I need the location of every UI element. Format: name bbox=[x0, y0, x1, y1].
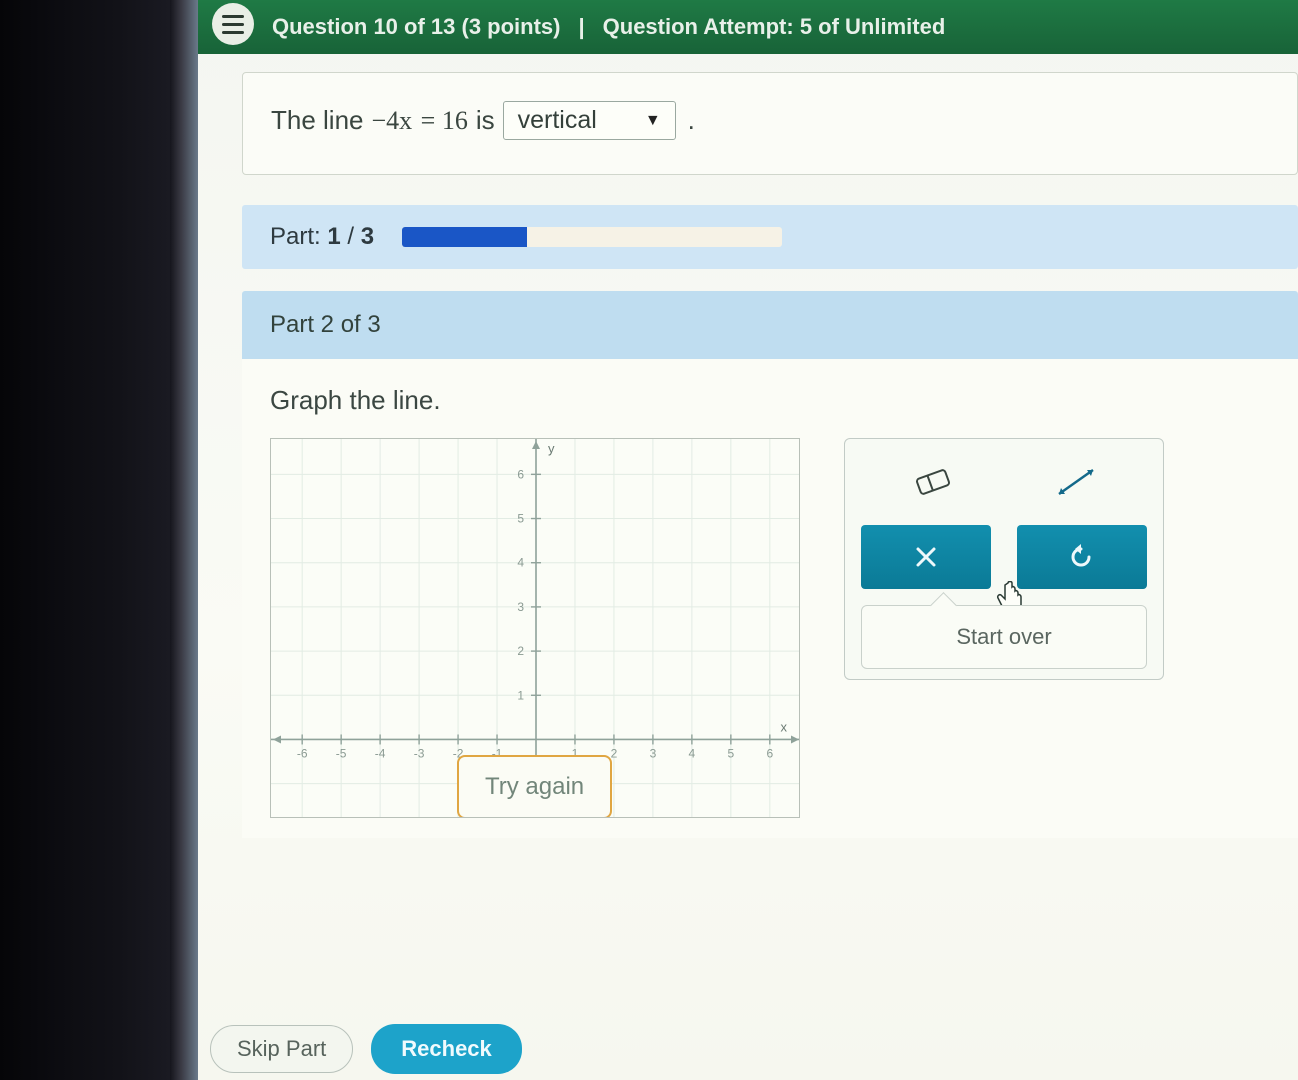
svg-text:x: x bbox=[781, 719, 788, 734]
footer-buttons: Skip Part Recheck bbox=[210, 1024, 522, 1074]
tool-tooltip: Start over bbox=[861, 605, 1147, 669]
x-icon bbox=[912, 543, 940, 571]
skip-part-button[interactable]: Skip Part bbox=[210, 1025, 353, 1073]
progress-track bbox=[402, 227, 782, 247]
svg-text:-3: -3 bbox=[414, 746, 425, 760]
svg-text:6: 6 bbox=[517, 467, 524, 481]
svg-text:5: 5 bbox=[517, 512, 524, 526]
svg-text:4: 4 bbox=[517, 556, 524, 570]
svg-text:5: 5 bbox=[728, 746, 735, 760]
equation: −4x = 16 bbox=[372, 106, 468, 136]
graph-canvas[interactable]: -6-5-4-3-2-1123456-1123456yx Try again bbox=[270, 438, 800, 818]
question-counter: Question 10 of 13 (3 points) bbox=[272, 14, 560, 40]
menu-icon[interactable] bbox=[212, 3, 254, 45]
reset-button[interactable] bbox=[1017, 525, 1147, 589]
part-progress-bar: Part: 1 / 3 bbox=[242, 205, 1298, 269]
svg-text:6: 6 bbox=[766, 746, 773, 760]
separator: | bbox=[578, 14, 584, 40]
screen-bezel bbox=[170, 0, 198, 1080]
svg-text:-5: -5 bbox=[336, 746, 347, 760]
dropdown-value: vertical bbox=[518, 106, 597, 135]
part1-text-mid: is bbox=[476, 105, 495, 136]
svg-text:y: y bbox=[548, 441, 555, 456]
feedback-bubble: Try again bbox=[457, 755, 612, 818]
app-content: Question 10 of 13 (3 points) | Question … bbox=[198, 0, 1298, 1080]
svg-text:4: 4 bbox=[689, 746, 696, 760]
photo-background-left bbox=[0, 0, 170, 1080]
clear-button[interactable] bbox=[861, 525, 991, 589]
part2-header: Part 2 of 3 bbox=[242, 291, 1298, 359]
recheck-button[interactable]: Recheck bbox=[371, 1024, 522, 1074]
progress-fill bbox=[402, 227, 527, 247]
eraser-icon[interactable] bbox=[898, 455, 968, 509]
chevron-down-icon: ▼ bbox=[645, 112, 661, 130]
part1-text-prefix: The line bbox=[271, 105, 364, 136]
svg-text:-6: -6 bbox=[297, 746, 308, 760]
top-bar: Question 10 of 13 (3 points) | Question … bbox=[198, 0, 1298, 54]
attempt-counter: Question Attempt: 5 of Unlimited bbox=[603, 14, 946, 40]
period: . bbox=[688, 105, 695, 136]
instruction-text: Graph the line. bbox=[270, 385, 1270, 416]
line-tool-icon[interactable] bbox=[1041, 455, 1111, 509]
part2-body: Graph the line. -6-5-4-3-2-1123456-11234… bbox=[242, 359, 1298, 838]
svg-text:-4: -4 bbox=[375, 746, 386, 760]
svg-text:2: 2 bbox=[517, 644, 524, 658]
orientation-dropdown[interactable]: vertical ▼ bbox=[503, 101, 676, 140]
undo-icon bbox=[1067, 542, 1097, 572]
tool-panel: Start over bbox=[844, 438, 1164, 680]
svg-text:3: 3 bbox=[517, 600, 524, 614]
part1-answer-card: The line −4x = 16 is vertical ▼ . bbox=[242, 72, 1298, 175]
svg-text:1: 1 bbox=[517, 688, 524, 702]
try-again-text: Try again bbox=[485, 773, 584, 800]
svg-text:3: 3 bbox=[650, 746, 657, 760]
